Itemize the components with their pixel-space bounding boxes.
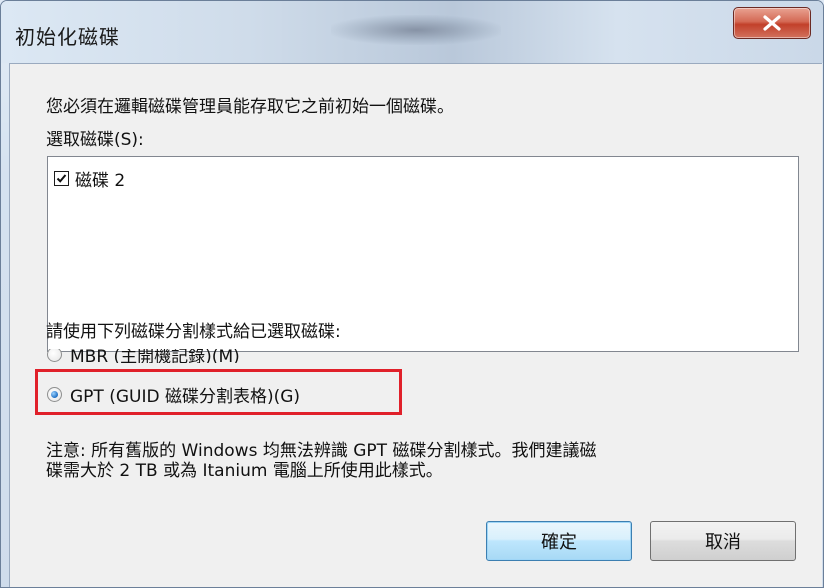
cancel-button[interactable]: 取消: [650, 521, 796, 561]
check-icon: [56, 174, 67, 183]
dialog-body: 您必須在邏輯磁碟管理員能存取它之前初始一個磁碟。 選取磁碟(S): 磁碟 2 請…: [9, 63, 822, 587]
initialize-disk-dialog: 初始化磁碟 您必須在邏輯磁碟管理員能存取它之前初始一個磁碟。 選取磁碟(S): …: [0, 0, 824, 588]
title-bar[interactable]: 初始化磁碟: [1, 1, 823, 63]
list-item[interactable]: 磁碟 2: [54, 166, 125, 191]
select-disk-label: 選取磁碟(S):: [46, 130, 144, 150]
mbr-radio[interactable]: [47, 349, 62, 362]
close-icon: [763, 15, 781, 31]
window-title: 初始化磁碟: [15, 25, 120, 49]
mbr-label: MBR (主開機記錄)(M): [70, 349, 240, 363]
disk-checkbox[interactable]: [54, 171, 69, 186]
mbr-option[interactable]: MBR (主開機記錄)(M): [47, 349, 240, 363]
note-text-line-2: 碟需大於 2 TB 或為 Itanium 電腦上所使用此樣式。: [46, 461, 443, 481]
title-bar-glass-blur: [331, 15, 501, 45]
partition-style-label: 請使用下列磁碟分割樣式給已選取磁碟:: [46, 322, 341, 342]
gpt-highlight-box: [35, 369, 402, 415]
ok-button[interactable]: 確定: [486, 521, 632, 561]
close-button[interactable]: [733, 7, 811, 39]
disk-label: 磁碟 2: [75, 171, 126, 191]
intro-text: 您必須在邏輯磁碟管理員能存取它之前初始一個磁碟。: [46, 97, 454, 117]
